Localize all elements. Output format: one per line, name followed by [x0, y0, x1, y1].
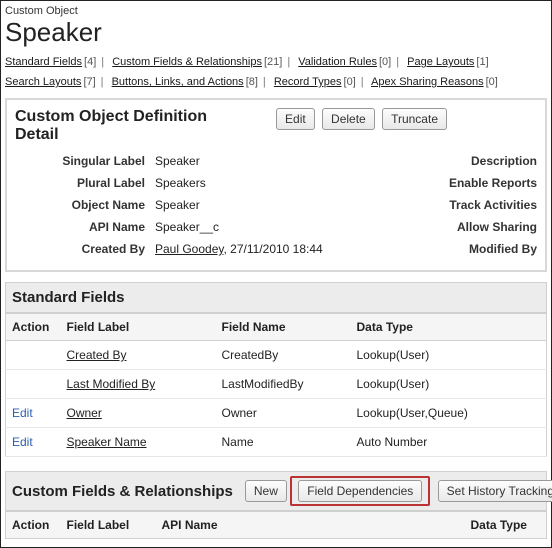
edit-link[interactable]: Edit	[12, 406, 33, 420]
label-description: Description	[427, 154, 537, 168]
new-button[interactable]: New	[245, 480, 287, 502]
standard-fields-table: Action Field Label Field Name Data Type …	[5, 313, 547, 457]
label-singular: Singular Label	[15, 154, 155, 168]
label-plural: Plural Label	[15, 176, 155, 190]
row-action: Edit	[6, 399, 61, 428]
anchor-search-layouts[interactable]: Search Layouts	[5, 76, 81, 88]
data-type: Lookup(User,Queue)	[351, 399, 547, 428]
field-label-link[interactable]: Speaker Name	[67, 435, 147, 449]
field-dependencies-highlight: Field Dependencies	[290, 476, 430, 506]
table-row: Edit Speaker Name NameAuto Number	[6, 428, 547, 457]
label-allow-sharing: Allow Sharing	[427, 220, 537, 234]
col-data-type: Data Type	[465, 512, 547, 539]
anchor-record-types[interactable]: Record Types	[274, 76, 342, 88]
anchor-custom-fields[interactable]: Custom Fields & Relationships	[112, 56, 262, 68]
set-history-tracking-button[interactable]: Set History Tracking	[438, 480, 552, 502]
created-by-date: , 27/11/2010 18:44	[224, 242, 323, 256]
field-label-link[interactable]: Last Modified By	[67, 377, 156, 391]
row-action: Edit	[6, 428, 61, 457]
anchor-standard-fields[interactable]: Standard Fields	[5, 56, 82, 68]
custom-fields-header: Custom Fields & Relationships New Field …	[5, 471, 547, 511]
field-label-link[interactable]: Owner	[67, 406, 102, 420]
table-row: Created By CreatedByLookup(User)	[6, 341, 547, 370]
field-label-link[interactable]: Created By	[67, 348, 127, 362]
custom-fields-title: Custom Fields & Relationships	[12, 483, 241, 500]
detail-buttons: Edit Delete Truncate	[272, 108, 447, 130]
anchor-buttons-links-actions[interactable]: Buttons, Links, and Actions	[112, 76, 244, 88]
col-action: Action	[6, 314, 61, 341]
value-plural: Speakers	[155, 176, 427, 190]
edit-link[interactable]: Edit	[12, 435, 33, 449]
anchor-apex-sharing[interactable]: Apex Sharing Reasons	[371, 76, 484, 88]
label-track-activities: Track Activities	[427, 198, 537, 212]
table-row: Last Modified By LastModifiedByLookup(Use…	[6, 370, 547, 399]
field-dependencies-button[interactable]: Field Dependencies	[298, 480, 422, 502]
eyebrow: Custom Object	[5, 5, 547, 17]
col-data-type: Data Type	[351, 314, 547, 341]
field-name: LastModifiedBy	[216, 370, 351, 399]
truncate-button[interactable]: Truncate	[382, 108, 447, 130]
col-field-label: Field Label	[61, 512, 156, 539]
col-action: Action	[6, 512, 61, 539]
standard-fields-header: Standard Fields	[5, 282, 547, 313]
value-api-name: Speaker__c	[155, 220, 427, 234]
section-anchor-links: Standard Fields[4]| Custom Fields & Rela…	[5, 52, 547, 92]
custom-fields-table: Action Field Label API Name Data Type	[5, 511, 547, 539]
label-modified-by: Modified By	[427, 242, 537, 256]
page-title: Speaker	[5, 17, 547, 48]
anchor-validation-rules[interactable]: Validation Rules	[298, 56, 377, 68]
col-api-name: API Name	[156, 512, 465, 539]
value-object-name: Speaker	[155, 198, 427, 212]
field-name: CreatedBy	[216, 341, 351, 370]
data-type: Lookup(User)	[351, 341, 547, 370]
table-row: EditOwnerOwnerLookup(User,Queue)	[6, 399, 547, 428]
col-field-name: Field Name	[216, 314, 351, 341]
anchor-page-layouts[interactable]: Page Layouts	[407, 56, 474, 68]
row-action	[6, 341, 61, 370]
label-created-by: Created By	[15, 242, 155, 256]
edit-button[interactable]: Edit	[276, 108, 315, 130]
delete-button[interactable]: Delete	[322, 108, 375, 130]
label-api-name: API Name	[15, 220, 155, 234]
standard-fields-title: Standard Fields	[12, 289, 125, 306]
created-by-user-link[interactable]: Paul Goodey	[155, 242, 224, 256]
value-created-by: Paul Goodey, 27/11/2010 18:44	[155, 242, 427, 256]
detail-panel: Custom Object Definition Detail Edit Del…	[5, 98, 547, 272]
field-name: Name	[216, 428, 351, 457]
col-field-label: Field Label	[61, 314, 216, 341]
field-name: Owner	[216, 399, 351, 428]
label-object-name: Object Name	[15, 198, 155, 212]
data-type: Lookup(User)	[351, 370, 547, 399]
value-singular: Speaker	[155, 154, 427, 168]
data-type: Auto Number	[351, 428, 547, 457]
label-enable-reports: Enable Reports	[427, 176, 537, 190]
row-action	[6, 370, 61, 399]
detail-title: Custom Object Definition Detail	[15, 108, 225, 144]
